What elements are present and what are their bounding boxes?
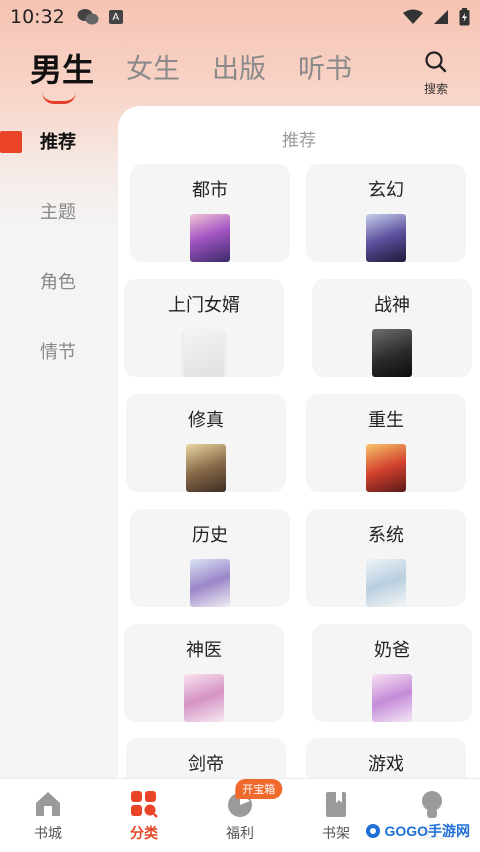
sidebar-item-theme[interactable]: 主题 <box>0 176 118 246</box>
book-cover-image <box>190 214 230 262</box>
nav-item-bookstore[interactable]: 书城 <box>0 779 96 852</box>
category-name: 游戏 <box>368 754 404 775</box>
nav-label: 分类 <box>130 825 158 842</box>
sidebar-item-role[interactable]: 角色 <box>0 246 118 316</box>
wechat-icon <box>77 9 99 25</box>
search-label: 搜索 <box>423 82 448 96</box>
category-card-son-in-law[interactable]: 上门女婿 <box>124 279 284 377</box>
tab-male-label: 男生 <box>30 51 95 89</box>
book-cover-image <box>190 559 230 607</box>
category-card-history[interactable]: 历史 <box>130 509 290 607</box>
category-card-sword-emperor[interactable]: 剑帝 <box>126 738 286 782</box>
book-cover-image <box>366 559 406 607</box>
profile-icon <box>422 790 442 818</box>
category-name: 战神 <box>374 295 410 316</box>
nav-label: 福利 <box>226 825 254 842</box>
status-time: 10:32 <box>10 6 65 28</box>
category-name: 修真 <box>188 410 224 431</box>
tab-female[interactable]: 女生 <box>126 50 180 90</box>
category-name: 系统 <box>368 525 404 546</box>
treasure-box-badge: 开宝箱 <box>235 779 283 799</box>
sidebar-item-label: 情节 <box>40 342 76 363</box>
nav-label: 书城 <box>34 825 62 842</box>
bookshelf-icon <box>326 791 346 817</box>
category-card-cultivation[interactable]: 修真 <box>126 394 286 492</box>
watermark: GOGO手游网 <box>361 820 474 842</box>
nav-label: 书架 <box>322 825 350 842</box>
category-card-dad[interactable]: 奶爸 <box>312 624 472 722</box>
panel-title: 推荐 <box>282 131 316 151</box>
sidebar-active-indicator <box>0 131 22 153</box>
search-icon <box>425 51 447 73</box>
category-name: 都市 <box>192 180 228 201</box>
book-cover-image <box>186 444 226 492</box>
home-icon <box>36 791 60 816</box>
signal-icon <box>434 10 448 24</box>
search-button[interactable]: 搜索 <box>416 50 456 97</box>
a-notification-icon: A <box>108 10 123 24</box>
category-name: 玄幻 <box>368 180 404 201</box>
tab-audio[interactable]: 听书 <box>298 50 352 90</box>
book-cover-placeholder <box>184 329 224 377</box>
sidebar-item-label: 角色 <box>40 272 76 293</box>
category-card-game[interactable]: 游戏 <box>306 738 466 782</box>
category-name: 剑帝 <box>188 754 224 775</box>
category-card-fantasy[interactable]: 玄幻 <box>306 164 466 262</box>
category-card-system[interactable]: 系统 <box>306 509 466 607</box>
sidebar-item-label: 推荐 <box>40 132 76 153</box>
watermark-logo-icon <box>366 824 381 838</box>
book-cover-image <box>372 674 412 722</box>
category-panel: 推荐 都市 玄幻 上门女婿 战神 修真 重生 历史 系统 神医 奶爸 剑帝 游戏 <box>118 106 480 782</box>
sidebar-item-label: 主题 <box>40 202 76 223</box>
sidebar-item-recommend[interactable]: 推荐 <box>0 106 118 176</box>
watermark-text: GOGO手游网 <box>384 823 470 839</box>
book-cover-image <box>184 674 224 722</box>
book-cover-image <box>366 444 406 492</box>
category-name: 历史 <box>192 525 228 546</box>
category-card-urban[interactable]: 都市 <box>130 164 290 262</box>
book-cover-image <box>366 214 406 262</box>
category-sidebar: 推荐 主题 角色 情节 <box>0 106 118 778</box>
tab-publish-label: 出版 <box>212 54 267 85</box>
category-name: 神医 <box>186 640 222 661</box>
category-name: 上门女婿 <box>168 295 240 316</box>
wifi-icon <box>403 9 423 24</box>
category-card-rebirth[interactable]: 重生 <box>306 394 466 492</box>
book-cover-image <box>372 329 412 377</box>
tab-male[interactable]: 男生 <box>30 50 95 104</box>
category-card-war-god[interactable]: 战神 <box>312 279 472 377</box>
status-bar: 10:32 A <box>0 0 480 34</box>
category-name: 奶爸 <box>374 640 410 661</box>
tab-publish[interactable]: 出版 <box>212 50 266 90</box>
sidebar-item-plot[interactable]: 情节 <box>0 316 118 386</box>
battery-icon <box>459 8 470 26</box>
category-grid-icon <box>131 790 158 818</box>
nav-item-category[interactable]: 分类 <box>96 779 192 852</box>
category-card-doctor[interactable]: 神医 <box>124 624 284 722</box>
nav-item-welfare[interactable]: 开宝箱 福利 <box>192 779 288 852</box>
tab-female-label: 女生 <box>126 54 181 85</box>
tab-audio-label: 听书 <box>298 54 353 85</box>
category-top-tabs: 男生 女生 出版 听书 <box>0 40 480 104</box>
category-name: 重生 <box>368 410 404 431</box>
